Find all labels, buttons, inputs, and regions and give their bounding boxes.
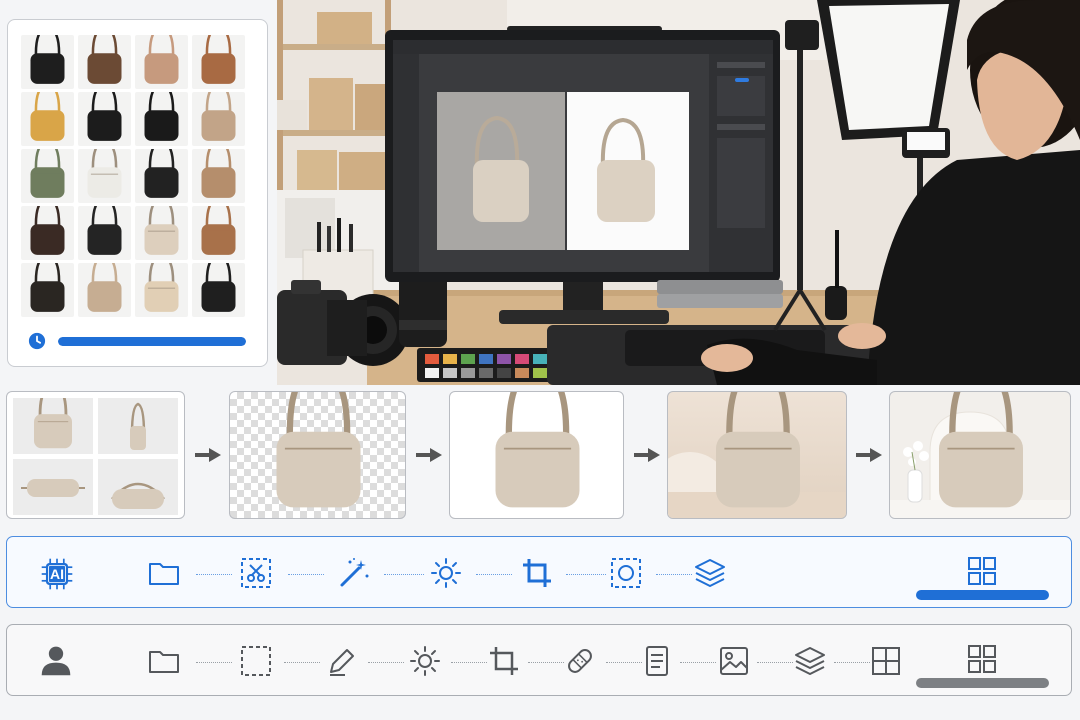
catalog-panel: [7, 19, 268, 367]
product-thumbnail[interactable]: [21, 35, 74, 89]
clock-icon: [28, 332, 46, 350]
image-icon[interactable]: [716, 643, 752, 679]
step-multi-view-photos: [6, 391, 185, 519]
bag-render: [495, 392, 580, 508]
product-thumbnail[interactable]: [135, 149, 188, 203]
product-thumbnail[interactable]: [135, 263, 188, 317]
product-thumbnail[interactable]: [78, 149, 131, 203]
layers-icon[interactable]: [692, 555, 728, 591]
folder-icon[interactable]: [146, 643, 182, 679]
studio-scene-illustration: [277, 0, 1080, 385]
product-thumbnail[interactable]: [135, 206, 188, 260]
select-cut-icon[interactable]: [238, 555, 274, 591]
arrow-right-icon: [416, 448, 442, 462]
product-thumbnail[interactable]: [21, 263, 74, 317]
product-thumbnail[interactable]: [21, 206, 74, 260]
product-thumbnail-grid: [21, 35, 245, 317]
bag-render: [276, 392, 361, 508]
magic-wand-icon[interactable]: [336, 555, 372, 591]
step-studio-scene: [667, 391, 847, 519]
product-thumbnail[interactable]: [192, 149, 245, 203]
batch-progress-bar: [58, 336, 246, 346]
healing-bandage-icon[interactable]: [562, 643, 598, 679]
manual-toolbar: [6, 624, 1072, 696]
bag-render: [890, 392, 1070, 518]
arrow-right-icon: [856, 448, 882, 462]
monitor: [385, 26, 780, 324]
document-icon[interactable]: [639, 643, 675, 679]
product-thumbnail[interactable]: [192, 92, 245, 146]
product-thumbnail[interactable]: [78, 35, 131, 89]
folder-icon[interactable]: [146, 555, 182, 591]
layers-icon[interactable]: [792, 643, 828, 679]
brightness-icon[interactable]: [428, 555, 464, 591]
marquee-icon[interactable]: [238, 643, 274, 679]
user-icon: [37, 641, 75, 679]
bag-render: [668, 392, 846, 518]
studio-workspace-photo: [277, 0, 1080, 385]
crop-icon[interactable]: [519, 555, 555, 591]
bag-view-top: [98, 459, 178, 515]
product-thumbnail[interactable]: [21, 92, 74, 146]
ai-badge-label: AI: [50, 566, 64, 582]
app-canvas: AI: [0, 0, 1080, 720]
grid-icon[interactable]: [964, 641, 1000, 677]
product-thumbnail[interactable]: [21, 149, 74, 203]
bag-view-side: [98, 398, 178, 454]
grid-icon[interactable]: [964, 553, 1000, 589]
split-grid-icon[interactable]: [868, 643, 904, 679]
product-thumbnail[interactable]: [192, 263, 245, 317]
product-thumbnail[interactable]: [192, 206, 245, 260]
batch-progress-fill: [58, 336, 246, 346]
product-thumbnail[interactable]: [135, 92, 188, 146]
step-background-removed: [229, 391, 406, 519]
step-white-background: [449, 391, 624, 519]
ai-chip-icon[interactable]: AI: [37, 554, 77, 594]
arrow-right-icon: [634, 448, 660, 462]
product-thumbnail[interactable]: [135, 35, 188, 89]
color-checker: [417, 348, 567, 382]
arrow-right-icon: [195, 448, 221, 462]
bag-view-front: [13, 398, 93, 454]
batch-status: [28, 332, 246, 350]
pen-icon[interactable]: [324, 643, 360, 679]
ai-toolbar: AI: [6, 536, 1072, 608]
ai-progress-bar: [916, 590, 1049, 600]
brightness-icon[interactable]: [407, 643, 443, 679]
product-thumbnail[interactable]: [78, 92, 131, 146]
product-thumbnail[interactable]: [78, 263, 131, 317]
bag-view-bottom: [13, 459, 93, 515]
crop-icon[interactable]: [486, 643, 522, 679]
manual-progress-bar: [916, 678, 1049, 688]
step-lifestyle-scene: [889, 391, 1071, 519]
focus-select-icon[interactable]: [608, 555, 644, 591]
product-thumbnail[interactable]: [78, 206, 131, 260]
product-thumbnail[interactable]: [192, 35, 245, 89]
